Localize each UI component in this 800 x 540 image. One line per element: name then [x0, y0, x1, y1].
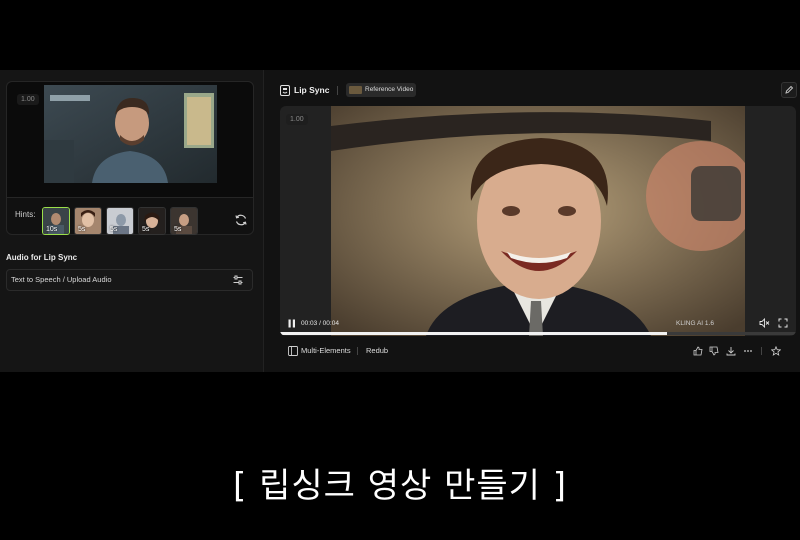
video-badge: 1.00: [286, 114, 308, 125]
page-title: Lip Sync: [294, 85, 330, 95]
hint-duration: 10s: [46, 226, 58, 233]
result-actions: Multi-Elements Redub: [280, 342, 796, 360]
edit-icon: [785, 85, 794, 94]
reference-preview[interactable]: 1.00: [7, 82, 253, 197]
audio-section-title: Audio for Lip Sync: [6, 253, 78, 262]
audio-source-label: Text to Speech / Upload Audio: [11, 275, 112, 284]
download-icon[interactable]: [726, 346, 736, 356]
result-header: Lip Sync Reference Video: [280, 82, 796, 100]
refresh-icon[interactable]: [234, 213, 248, 227]
hint-thumb[interactable]: 5s: [74, 207, 102, 235]
mute-icon[interactable]: [759, 318, 770, 328]
thumbs-down-icon[interactable]: [709, 346, 719, 356]
preview-image: [44, 85, 217, 183]
reference-video-button[interactable]: Reference Video: [346, 83, 416, 97]
result-video-frame: [331, 106, 745, 336]
divider: [337, 86, 338, 95]
settings-sliders-icon[interactable]: [232, 274, 244, 286]
hint-duration: 5s: [142, 226, 150, 233]
hint-thumb[interactable]: 5s: [170, 207, 198, 235]
redub-button[interactable]: Redub: [366, 346, 388, 355]
app-window: 1.00 Hints: 10s 5s 5s 5s 5s Audio for Li…: [0, 70, 800, 372]
reference-card: 1.00 Hints: 10s 5s 5s 5s 5s: [6, 81, 254, 235]
right-panel: Lip Sync Reference Video 1.00 00:03 / 00…: [264, 70, 800, 372]
edit-button[interactable]: [781, 82, 797, 98]
star-icon[interactable]: [771, 346, 781, 356]
caption-text: [ 립싱크 영상 만들기 ]: [233, 466, 567, 506]
hint-duration: 5s: [78, 226, 86, 233]
hint-thumb[interactable]: 5s: [138, 207, 166, 235]
hint-duration: 5s: [110, 226, 118, 233]
audio-source-select[interactable]: Text to Speech / Upload Audio: [6, 269, 253, 291]
left-panel: 1.00 Hints: 10s 5s 5s 5s 5s Audio for Li…: [0, 70, 264, 372]
lip-sync-icon: [280, 85, 290, 96]
result-video[interactable]: 1.00 00:03 / 00:04 KLING AI 1.6: [280, 106, 796, 336]
multi-elements-button[interactable]: Multi-Elements: [301, 346, 351, 355]
thumbs-up-icon[interactable]: [693, 346, 703, 356]
pause-icon[interactable]: [288, 319, 296, 328]
preview-badge: 1.00: [17, 94, 39, 105]
layers-icon: [288, 346, 298, 356]
reference-video-thumb: [349, 86, 362, 94]
hints-label: Hints:: [15, 210, 36, 219]
kling-watermark: KLING AI 1.6: [676, 320, 714, 327]
hints-bar: Hints: 10s 5s 5s 5s 5s: [7, 197, 253, 235]
divider: [761, 347, 762, 355]
hint-duration: 5s: [174, 226, 182, 233]
hint-thumb[interactable]: 5s: [106, 207, 134, 235]
progress-bar[interactable]: [280, 332, 796, 335]
divider: [357, 347, 358, 355]
reference-video-label: Reference Video: [365, 86, 414, 93]
more-icon[interactable]: [743, 346, 753, 356]
hint-thumb[interactable]: 10s: [42, 207, 70, 235]
progress-fill: [280, 332, 667, 335]
time-readout: 00:03 / 00:04: [301, 320, 339, 327]
fullscreen-icon[interactable]: [778, 318, 788, 328]
